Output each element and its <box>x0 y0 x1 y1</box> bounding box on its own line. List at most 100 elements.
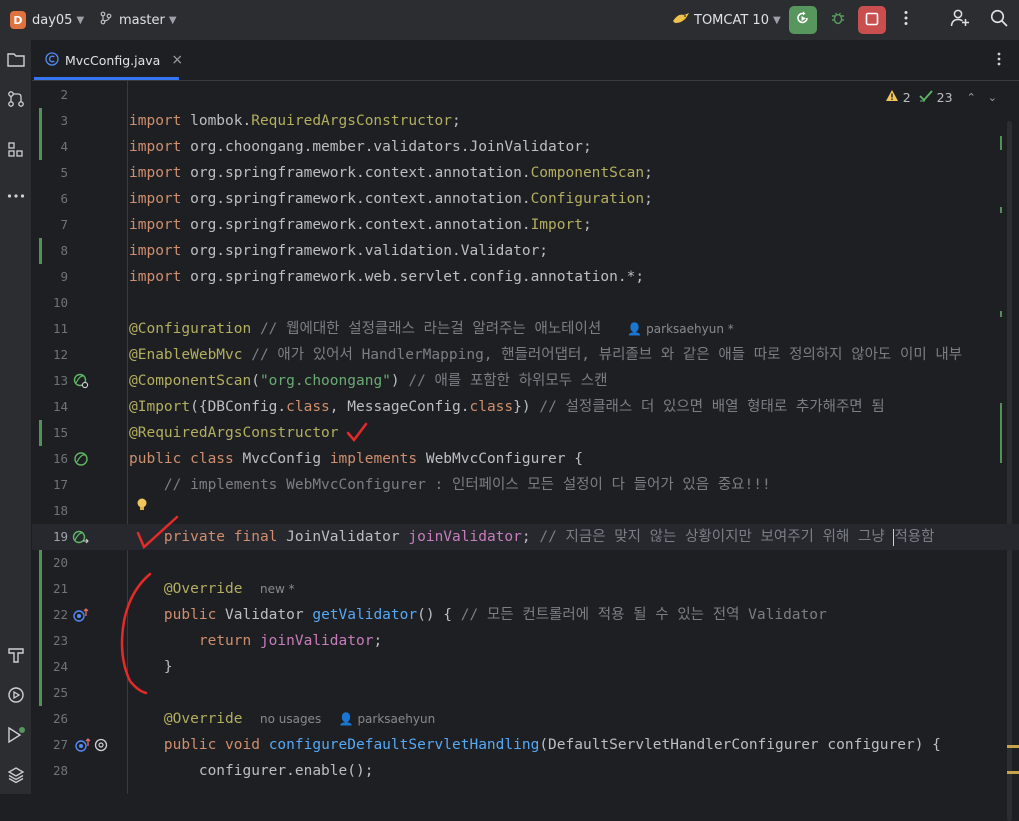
line-number: 7 <box>60 217 68 232</box>
author-hint[interactable]: new * <box>260 582 295 596</box>
run-config-selector[interactable]: TOMCAT 10 ▼ <box>672 0 781 40</box>
code-text: @Override no usages 👤 parksaehyun <box>163 711 436 727</box>
project-selector[interactable]: D day05 ▼ <box>10 0 84 40</box>
code-text: return joinValidator; <box>198 633 383 649</box>
tomcat-icon <box>672 11 690 29</box>
code-line[interactable]: 27 public void configureDefaultServletHa… <box>32 732 1019 758</box>
code-line[interactable]: 3 import lombok.RequiredArgsConstructor; <box>32 108 1019 134</box>
line-number: 17 <box>52 477 68 492</box>
add-user-icon <box>950 9 970 31</box>
services-tool-button[interactable] <box>0 682 31 712</box>
problems-tool-button[interactable] <box>0 722 31 752</box>
code-text: import org.springframework.context.annot… <box>129 191 653 207</box>
author-hint[interactable]: 👤 parksaehyun <box>339 712 436 726</box>
layers-icon <box>7 766 25 788</box>
chevron-down-icon: ▼ <box>772 14 781 26</box>
code-text: import org.springframework.validation.Va… <box>129 243 549 259</box>
code-with-me-button[interactable] <box>944 0 976 40</box>
code-line[interactable]: 7 import org.springframework.context.ann… <box>32 212 1019 238</box>
code-line[interactable]: 17 // implements WebMvcConfigurer : 인터페이… <box>32 472 1019 498</box>
tab-options-button[interactable] <box>983 40 1015 80</box>
code-line-current[interactable]: 19 private final JoinValidator joinValid… <box>32 524 1019 550</box>
commit-tool-button[interactable] <box>0 86 31 116</box>
line-number: 22 <box>52 607 68 622</box>
code-line[interactable]: 2 <box>32 82 1019 108</box>
layers-tool-button[interactable] <box>0 762 31 792</box>
line-number: 26 <box>52 711 68 726</box>
spring-bean-scan-icon[interactable] <box>72 368 90 394</box>
branch-name: master <box>119 12 165 28</box>
code-line[interactable]: 26 @Override no usages 👤 parksaehyun <box>32 706 1019 732</box>
code-line[interactable]: 14 @Import({DBConfig.class, MessageConfi… <box>32 394 1019 420</box>
code-text: @Import({DBConfig.class, MessageConfig.c… <box>129 399 885 415</box>
line-number: 11 <box>52 321 68 336</box>
line-number: 9 <box>60 269 68 284</box>
code-text: import org.springframework.context.annot… <box>129 165 653 181</box>
line-number: 3 <box>60 113 68 128</box>
spring-autowired-icon[interactable] <box>72 524 90 550</box>
search-button[interactable] <box>983 0 1015 40</box>
tool-window-bar <box>0 40 32 794</box>
code-text: } <box>163 659 173 675</box>
title-bar: D day05 ▼ master ▼ TOMCAT 10 ▼ <box>0 0 1019 40</box>
code-text: public void configureDefaultServletHandl… <box>163 737 941 753</box>
code-line[interactable]: 6 import org.springframework.context.ann… <box>32 186 1019 212</box>
tab-mvcconfig[interactable]: MvcConfig.java × <box>32 40 183 80</box>
line-number: 25 <box>52 685 68 700</box>
line-number: 8 <box>60 243 68 258</box>
code-line[interactable]: 11 @Configuration // 웹에대한 설정클래스 라는걸 알려주는… <box>32 316 1019 342</box>
debug-icon <box>830 10 846 30</box>
code-line[interactable]: 20 <box>32 550 1019 576</box>
code-line[interactable]: 24 } <box>32 654 1019 680</box>
branch-selector[interactable]: master ▼ <box>99 0 177 40</box>
more-tools-button[interactable] <box>0 177 31 207</box>
line-number: 6 <box>60 191 68 206</box>
rerun-icon <box>795 10 811 30</box>
close-icon[interactable]: × <box>171 52 183 68</box>
code-line[interactable]: 8 import org.springframework.validation.… <box>32 238 1019 264</box>
code-line[interactable]: 18 <box>32 498 1019 524</box>
java-class-icon <box>45 51 59 69</box>
rerun-button[interactable] <box>789 6 817 34</box>
code-text: private final JoinValidator joinValidato… <box>163 528 935 546</box>
code-line[interactable]: 13 @ComponentScan("org.choongang") // 애를… <box>32 368 1019 394</box>
code-line[interactable]: 22 public Validator getValidator() { // … <box>32 602 1019 628</box>
spring-bean-icon[interactable] <box>72 446 90 472</box>
code-line[interactable]: 23 return joinValidator; <box>32 628 1019 654</box>
usages-hint[interactable]: no usages <box>260 712 321 726</box>
overrides-method-icon[interactable] <box>72 732 112 758</box>
line-number: 12 <box>52 347 68 362</box>
line-number: 16 <box>52 451 68 466</box>
code-line[interactable]: 16 public class MvcConfig implements Web… <box>32 446 1019 472</box>
code-line[interactable]: 21 @Override new * <box>32 576 1019 602</box>
overrides-method-icon[interactable] <box>72 602 90 628</box>
code-text: // implements WebMvcConfigurer : 인터페이스 모… <box>129 477 771 493</box>
more-actions-button[interactable] <box>890 0 922 40</box>
code-text: @Override new * <box>163 581 295 597</box>
structure-tool-button[interactable] <box>0 137 31 167</box>
stop-button[interactable] <box>858 6 886 34</box>
code-line[interactable]: 25 <box>32 680 1019 706</box>
code-line[interactable]: 10 <box>32 290 1019 316</box>
lightbulb-icon[interactable] <box>133 492 151 518</box>
code-line[interactable]: 12 @EnableWebMvc // 애가 있어서 HandlerMappin… <box>32 342 1019 368</box>
project-name: day05 <box>32 12 73 28</box>
line-number: 23 <box>52 633 68 648</box>
branch-icon <box>99 11 113 29</box>
code-editor[interactable]: 2 23 ⌃ ⌄ 2 3 import lombok.RequiredArgsC… <box>32 81 1019 821</box>
author-hint[interactable]: 👤 parksaehyun * <box>627 322 733 336</box>
code-line[interactable]: 28 configurer.enable(); <box>32 758 1019 784</box>
code-text: import org.springframework.web.servlet.c… <box>129 269 645 285</box>
build-tool-button[interactable] <box>0 642 31 672</box>
project-tool-button[interactable] <box>0 46 31 76</box>
code-text: @ComponentScan("org.choongang") // 애를 포함… <box>129 373 608 389</box>
code-line[interactable]: 9 import org.springframework.web.servlet… <box>32 264 1019 290</box>
line-number: 4 <box>60 139 68 154</box>
line-number: 13 <box>52 373 68 388</box>
code-line[interactable]: 15 @RequiredArgsConstructor <box>32 420 1019 446</box>
debug-button[interactable] <box>824 6 852 34</box>
code-line[interactable]: 4 import org.choongang.member.validators… <box>32 134 1019 160</box>
code-line[interactable]: 5 import org.springframework.context.ann… <box>32 160 1019 186</box>
code-text: public Validator getValidator() { // 모든 … <box>163 607 827 623</box>
folder-icon <box>6 52 25 71</box>
